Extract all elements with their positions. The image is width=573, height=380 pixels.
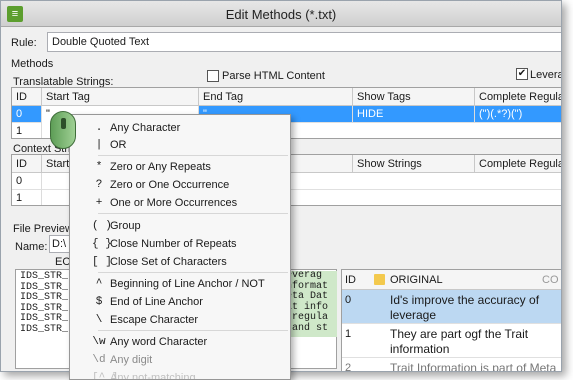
- segments-grid: ID ORIGINAL CO 0 Id's improve the accura…: [341, 269, 561, 372]
- menu-item-any-character[interactable]: . Any Character: [70, 119, 290, 137]
- table-row[interactable]: 1 They are part ogf the Trait informatio…: [342, 324, 561, 358]
- menu-item-symbol: \w: [92, 336, 106, 348]
- menu-item-symbol: .: [95, 122, 103, 134]
- menu-item-label: Zero or One Occurrence: [110, 179, 230, 191]
- column-header-id[interactable]: ID: [345, 274, 356, 286]
- menu-item-symbol: $: [95, 296, 103, 308]
- rule-input[interactable]: Double Quoted Text: [47, 32, 561, 52]
- menu-item-not-matching[interactable]: [^ ] Any not-matching: [70, 369, 290, 380]
- menu-item-symbol: \d: [92, 354, 106, 366]
- folder-icon: [374, 274, 385, 285]
- column-header-id[interactable]: ID: [12, 88, 42, 106]
- menu-item-symbol: \: [95, 314, 103, 326]
- menu-item-symbol: [ ]: [92, 256, 112, 268]
- menu-item-one-or-more[interactable]: + One or More Occurrences: [70, 194, 290, 212]
- menu-item-or[interactable]: | OR: [70, 136, 290, 154]
- menu-item-symbol: [^ ]: [92, 372, 119, 380]
- table-row[interactable]: 0 Id's improve the accuracy of leverage: [342, 290, 561, 324]
- column-header-complete-regex[interactable]: Complete Regular Exp: [475, 155, 561, 173]
- cell-id: 1: [12, 123, 42, 138]
- table-row[interactable]: 2 Trait Information is part of Meta Data: [342, 358, 561, 372]
- window-title: Edit Methods (*.txt): [225, 7, 337, 22]
- segment-text: They are part ogf the Trait information: [390, 327, 529, 356]
- menu-item-zero-or-any[interactable]: * Zero or Any Repeats: [70, 158, 290, 176]
- menu-item-symbol: { }: [92, 238, 112, 250]
- menu-item-label: Escape Character: [110, 314, 199, 326]
- title-bar[interactable]: ≡ Edit Methods (*.txt): [1, 1, 561, 27]
- column-header-complete-regex[interactable]: Complete Regular Exp: [475, 88, 561, 106]
- menu-item-zero-or-one[interactable]: ? Zero or One Occurrence: [70, 176, 290, 194]
- menu-item-label: Close Set of Characters: [110, 256, 227, 268]
- translatable-grid-header: ID Start Tag End Tag Show Tags Complete …: [12, 88, 561, 106]
- menu-item-label: Any not-matching: [110, 372, 196, 380]
- file-preview-label: File Preview: [13, 223, 73, 235]
- column-header-original[interactable]: ORIGINAL: [390, 274, 443, 286]
- menu-item-label: OR: [110, 139, 127, 151]
- column-header-id[interactable]: ID: [12, 155, 42, 173]
- column-header-show-strings[interactable]: Show Strings: [353, 155, 475, 173]
- column-header-end-tag[interactable]: End Tag: [199, 88, 353, 106]
- menu-item-symbol: ( ): [92, 220, 112, 232]
- cell-show-tags[interactable]: HIDE: [353, 106, 475, 123]
- menu-item-close-set[interactable]: [ ] Close Set of Characters: [70, 253, 290, 271]
- menu-item-escape[interactable]: \ Escape Character: [70, 311, 290, 329]
- cell-id: 0: [12, 106, 42, 123]
- menu-item-label: Any digit: [110, 354, 153, 366]
- mouse-click-icon: [50, 111, 76, 149]
- menu-item-label: Any Character: [110, 122, 181, 134]
- parse-html-checkbox[interactable]: [207, 70, 219, 82]
- segments-grid-header: ID ORIGINAL CO: [342, 270, 561, 290]
- menu-item-label: One or More Occurrences: [110, 197, 238, 209]
- column-header-show-tags[interactable]: Show Tags: [353, 88, 475, 106]
- parse-html-label: Parse HTML Content: [222, 70, 325, 82]
- segment-text: Id's improve the accuracy of leverage: [390, 293, 540, 322]
- menu-item-symbol: ?: [95, 179, 103, 191]
- file-name-input[interactable]: D:\: [49, 235, 71, 253]
- menu-item-label: Any word Character: [110, 336, 208, 348]
- menu-item-close-repeats[interactable]: { } Close Number of Repeats: [70, 235, 290, 253]
- column-header-start-tag[interactable]: Start Tag: [42, 88, 199, 106]
- menu-separator: [98, 272, 288, 273]
- menu-item-symbol: ^: [95, 278, 103, 290]
- menu-item-label: Group: [110, 220, 141, 232]
- segment-id: 2: [345, 362, 352, 372]
- menu-item-label: Zero or Any Repeats: [110, 161, 211, 173]
- menu-item-label: Beginning of Line Anchor / NOT: [110, 278, 265, 290]
- mouse-button-icon: [61, 118, 66, 129]
- methods-label: Methods: [11, 58, 54, 70]
- menu-item-label: End of Line Anchor: [110, 296, 203, 308]
- segment-text: Trait Information is part of Meta Data: [390, 361, 557, 372]
- column-header-co[interactable]: CO: [542, 274, 559, 286]
- menu-separator: [98, 330, 288, 331]
- menu-item-group[interactable]: ( ) Group: [70, 217, 290, 235]
- menu-separator: [98, 213, 288, 214]
- menu-item-label: Close Number of Repeats: [110, 238, 237, 250]
- menu-item-line-anchor-not[interactable]: ^ Beginning of Line Anchor / NOT: [70, 275, 290, 293]
- menu-item-symbol: *: [95, 161, 103, 173]
- cell-id: 1: [12, 190, 42, 205]
- menu-item-end-anchor[interactable]: $ End of Line Anchor: [70, 293, 290, 311]
- cell-id: 0: [12, 173, 42, 190]
- leverage-checkbox[interactable]: ✔: [516, 68, 528, 80]
- menu-item-symbol: |: [95, 139, 103, 151]
- leverage-label: Leverage: [530, 69, 561, 81]
- segment-id: 0: [345, 294, 352, 306]
- regex-context-menu: . Any Character | OR * Zero or Any Repeats …: [69, 114, 291, 380]
- segment-id: 1: [345, 328, 352, 340]
- rule-label: Rule:: [11, 37, 37, 49]
- menu-item-any-digit[interactable]: \d Any digit: [70, 351, 290, 369]
- menu-item-symbol: +: [95, 197, 103, 209]
- menu-item-word-character[interactable]: \w Any word Character: [70, 333, 290, 351]
- cell-complete-regex[interactable]: (")(.*?)("): [475, 106, 561, 123]
- menu-separator: [98, 155, 288, 156]
- name-label: Name:: [15, 241, 48, 253]
